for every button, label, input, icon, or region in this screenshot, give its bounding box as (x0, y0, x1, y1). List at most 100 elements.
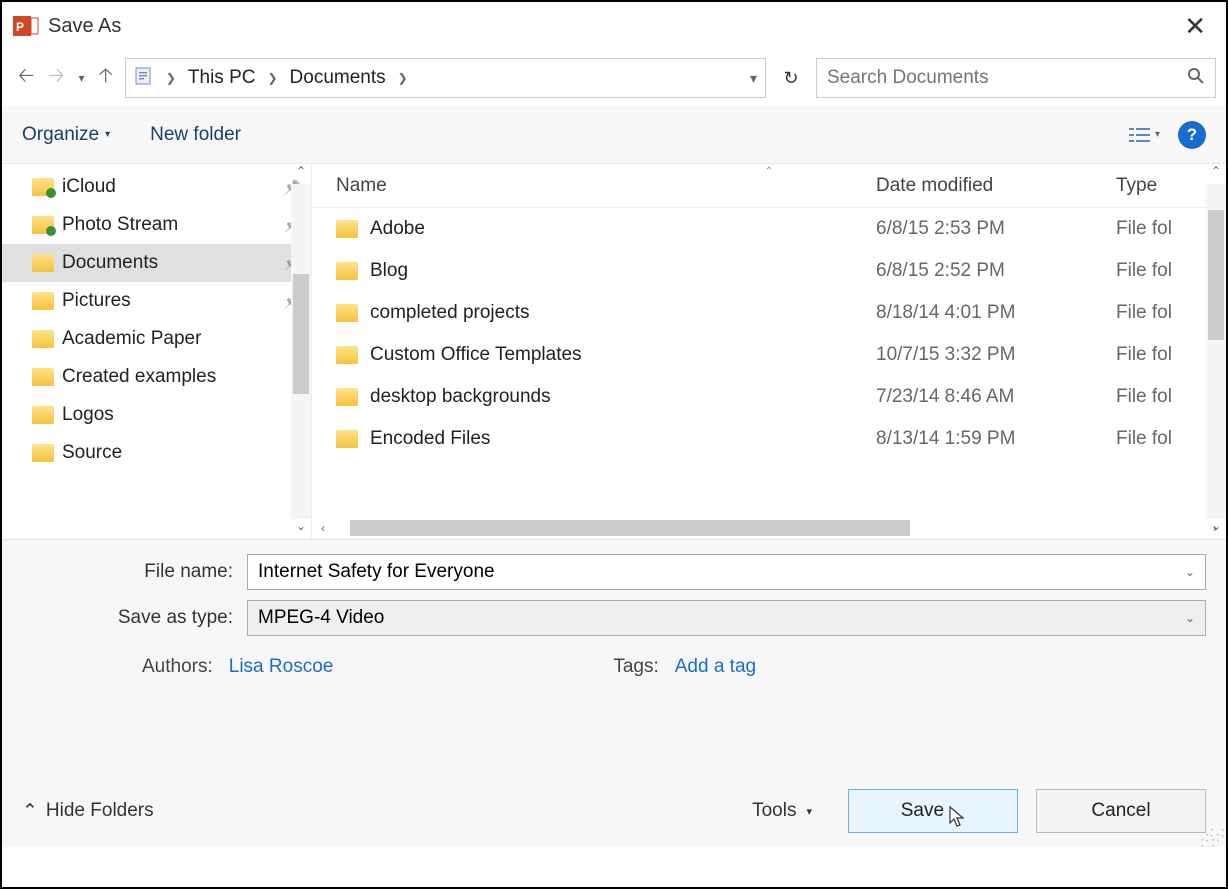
help-icon[interactable]: ? (1178, 121, 1206, 149)
breadcrumb-this-pc[interactable]: This PC (188, 67, 256, 89)
file-date: 8/18/14 4:01 PM (876, 302, 1116, 324)
chevron-right-icon[interactable]: ❯ (166, 71, 176, 85)
forward-icon[interactable]: 🡢 (48, 61, 64, 95)
chevron-right-icon[interactable]: ❯ (267, 71, 277, 85)
file-row[interactable]: Blog6/8/15 2:52 PMFile fol (312, 250, 1226, 292)
folder-icon (32, 292, 54, 310)
filename-input[interactable]: Internet Safety for Everyone ⌄ (247, 554, 1206, 590)
folder-icon (32, 368, 54, 386)
scroll-up-icon[interactable]: ⌃ (1206, 164, 1226, 184)
file-date: 8/13/14 1:59 PM (876, 428, 1116, 450)
chevron-right-icon[interactable]: ❯ (398, 71, 408, 85)
filename-label: File name: (22, 561, 247, 583)
cancel-button[interactable]: Cancel (1036, 789, 1206, 833)
file-name: desktop backgrounds (370, 386, 551, 408)
sidebar-item[interactable]: Photo Stream📌 (2, 206, 311, 244)
hscroll-thumb[interactable] (350, 520, 910, 536)
tools-button[interactable]: Tools▾ (752, 800, 812, 822)
horizontal-scrollbar[interactable]: ‹ › (312, 517, 1226, 539)
folder-icon (32, 444, 54, 462)
scroll-thumb[interactable] (293, 274, 309, 394)
chevron-up-icon: ⌃ (22, 800, 38, 823)
breadcrumb-documents[interactable]: Documents (290, 67, 386, 89)
file-date: 10/7/15 3:32 PM (876, 344, 1116, 366)
resize-grip-icon[interactable]: ⋰⋰⋰⋰ (1200, 831, 1222, 843)
tags-label: Tags: (613, 656, 658, 678)
authors-value[interactable]: Lisa Roscoe (229, 656, 334, 678)
file-row[interactable]: desktop backgrounds7/23/14 8:46 AMFile f… (312, 376, 1226, 418)
vscroll-thumb[interactable] (1208, 210, 1224, 340)
folder-icon (336, 220, 358, 238)
scroll-left-icon[interactable]: ‹ (312, 521, 334, 535)
explorer: iCloud📌Photo Stream📌Documents📌Pictures📌A… (2, 164, 1226, 540)
sidebar-item[interactable]: Pictures📌 (2, 282, 311, 320)
hide-folders-button[interactable]: ⌃ Hide Folders (22, 800, 154, 823)
address-bar[interactable]: ❯ This PC ❯ Documents ❯ ▾ (125, 58, 766, 98)
search-icon[interactable] (1187, 67, 1205, 90)
bottom-panel: File name: Internet Safety for Everyone … (2, 540, 1226, 847)
sidebar-item-label: Photo Stream (62, 214, 276, 236)
sidebar-item[interactable]: Academic Paper (2, 320, 311, 358)
authors-label: Authors: (142, 656, 213, 678)
folder-icon (32, 178, 54, 196)
file-name: Blog (370, 260, 408, 282)
file-date: 6/8/15 2:53 PM (876, 218, 1116, 240)
sidebar-scrollbar[interactable]: ⌃ ⌄ (291, 164, 311, 539)
type-label: Save as type: (22, 607, 247, 629)
sidebar-item[interactable]: Logos (2, 396, 311, 434)
organize-button[interactable]: Organize▾ (22, 124, 110, 146)
file-name: Custom Office Templates (370, 344, 582, 366)
view-options-icon[interactable]: ▾ (1129, 126, 1160, 144)
sidebar-item[interactable]: Source (2, 434, 311, 472)
folder-icon (336, 388, 358, 406)
save-as-type-select[interactable]: MPEG-4 Video ⌄ (247, 600, 1206, 636)
scroll-down-icon[interactable]: ⌄ (291, 519, 311, 539)
filename-dropdown-icon[interactable]: ⌄ (1185, 565, 1195, 579)
sidebar-item[interactable]: iCloud📌 (2, 168, 311, 206)
vscroll-track[interactable] (1206, 184, 1226, 519)
column-name[interactable]: Name (312, 175, 876, 197)
sidebar-item-label: Pictures (62, 290, 276, 312)
scroll-track[interactable] (291, 184, 311, 519)
type-dropdown-icon[interactable]: ⌄ (1185, 611, 1195, 625)
close-icon[interactable]: ✕ (1174, 7, 1216, 46)
refresh-icon[interactable]: ↻ (772, 68, 810, 89)
file-name: Adobe (370, 218, 425, 240)
back-icon[interactable]: 🡠 (18, 61, 34, 95)
folder-icon (336, 346, 358, 364)
scroll-up-icon[interactable]: ⌃ (291, 164, 311, 184)
save-button[interactable]: Save (848, 789, 1018, 833)
file-row[interactable]: Adobe6/8/15 2:53 PMFile fol (312, 208, 1226, 250)
scroll-down-icon[interactable]: ⌄ (1206, 519, 1226, 539)
recent-dropdown-icon[interactable]: ▾ (78, 71, 84, 85)
folder-icon (336, 430, 358, 448)
column-date[interactable]: Date modified (876, 175, 1116, 197)
sort-indicator-icon: ⌃ (765, 166, 773, 177)
file-name: completed projects (370, 302, 529, 324)
toolbar: Organize▾ New folder ▾ ? (2, 106, 1226, 164)
sidebar-item-label: Created examples (62, 366, 301, 388)
file-row[interactable]: Encoded Files8/13/14 1:59 PMFile fol (312, 418, 1226, 460)
folder-icon (336, 304, 358, 322)
file-row[interactable]: Custom Office Templates10/7/15 3:32 PMFi… (312, 334, 1226, 376)
file-date: 6/8/15 2:52 PM (876, 260, 1116, 282)
folder-doc-icon (134, 66, 154, 90)
sidebar-item[interactable]: Documents📌 (2, 244, 311, 282)
filename-value: Internet Safety for Everyone (258, 561, 495, 583)
sidebar-item-label: Source (62, 442, 301, 464)
svg-text:P: P (16, 20, 24, 34)
sidebar-item-label: Logos (62, 404, 301, 426)
file-row[interactable]: completed projects8/18/14 4:01 PMFile fo… (312, 292, 1226, 334)
vertical-scrollbar[interactable]: ⌃ ⌄ (1206, 164, 1226, 539)
tags-value[interactable]: Add a tag (675, 656, 756, 678)
sidebar-item[interactable]: Created examples (2, 358, 311, 396)
new-folder-button[interactable]: New folder (150, 124, 241, 146)
file-pane: ⌃ Name Date modified Type Adobe6/8/15 2:… (312, 164, 1226, 539)
hscroll-track[interactable] (334, 520, 1204, 536)
search-box[interactable] (816, 58, 1216, 98)
sidebar-item-label: Documents (62, 252, 276, 274)
address-dropdown-icon[interactable]: ▾ (750, 70, 757, 87)
up-icon[interactable]: 🡡 (98, 61, 112, 95)
search-input[interactable] (827, 67, 1187, 89)
folder-icon (32, 254, 54, 272)
